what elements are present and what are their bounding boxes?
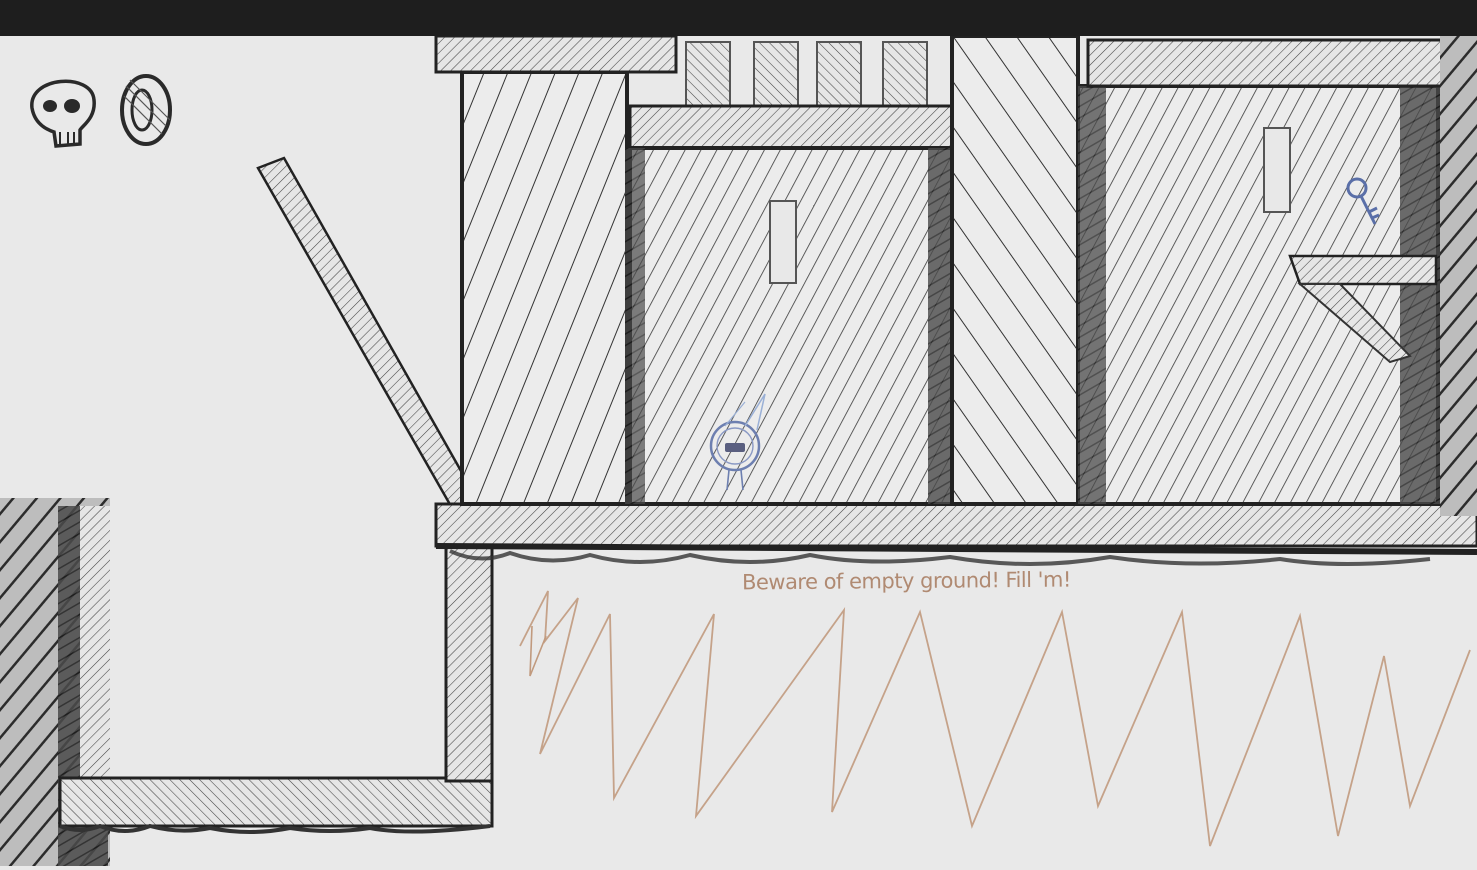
window-slit xyxy=(769,200,797,284)
right-edge-wall xyxy=(1440,36,1477,516)
empty-ground-zone[interactable] xyxy=(519,590,1471,847)
window-titlebar xyxy=(0,0,1477,36)
diagonal-plank xyxy=(256,156,480,510)
roof-crenellations xyxy=(628,41,954,150)
skull-icon xyxy=(30,79,96,148)
hint-text: Beware of empty ground! Fill 'm! xyxy=(741,567,1071,595)
game-scene[interactable]: Beware of empty ground! Fill 'm! xyxy=(0,34,1477,866)
level-canvas xyxy=(0,34,1477,866)
coin-icon xyxy=(120,74,172,146)
hud xyxy=(26,66,186,156)
column-middle xyxy=(950,34,1080,506)
pit-floor xyxy=(58,539,494,834)
main-floor xyxy=(434,502,1477,566)
room-center xyxy=(625,146,954,506)
room-right xyxy=(1076,38,1450,506)
window-slit xyxy=(1263,127,1291,213)
